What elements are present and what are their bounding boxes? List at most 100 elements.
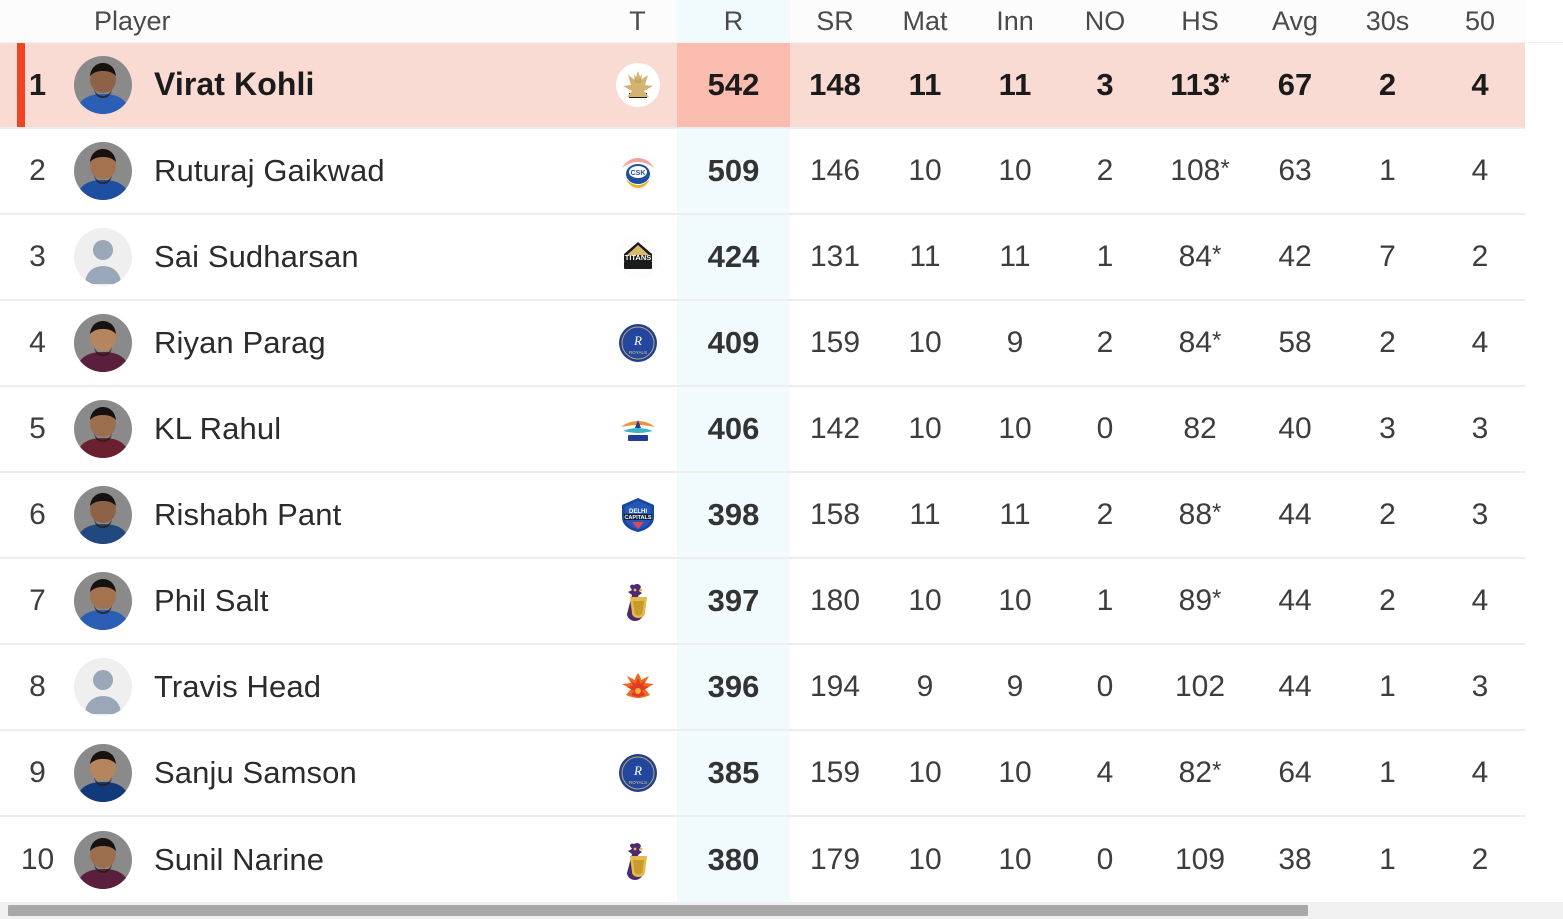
strike-rate-cell: 131 (790, 213, 880, 300)
team-logo-icon (615, 664, 661, 710)
player-name[interactable]: Sanju Samson (154, 755, 357, 791)
svg-text:ROYALS: ROYALS (629, 780, 647, 785)
table-row[interactable]: 4 Riyan Parag R ROYALS 409 159 10 9 2 84* 58 2 4 (0, 299, 1525, 386)
table-row[interactable]: 5 KL Rahul 406 142 10 10 0 82 40 3 3 (0, 385, 1525, 472)
player-cell[interactable]: Sunil Narine (58, 815, 598, 902)
header-matches[interactable]: Mat (880, 0, 970, 42)
player-cell[interactable]: Riyan Parag (58, 299, 598, 386)
matches-cell: 10 (880, 385, 970, 472)
matches-cell: 11 (880, 213, 970, 300)
matches-cell: 9 (880, 643, 970, 730)
thirties-cell: 1 (1340, 643, 1435, 730)
avatar-photo (74, 486, 132, 544)
header-runs[interactable]: R (677, 0, 790, 42)
team-cell[interactable] (598, 557, 677, 644)
player-name[interactable]: Riyan Parag (154, 325, 326, 361)
table-row[interactable]: 10 Sunil Narine 380 179 10 10 0 109 38 1 2 (0, 815, 1525, 902)
strike-rate-cell: 179 (790, 815, 880, 902)
team-cell[interactable] (598, 42, 677, 128)
rank-value: 8 (29, 670, 46, 703)
runs-cell: 397 (677, 557, 790, 644)
header-team[interactable]: T (598, 0, 677, 42)
header-30s[interactable]: 30s (1340, 0, 1435, 42)
matches-cell: 10 (880, 557, 970, 644)
header-player[interactable]: Player (58, 0, 598, 42)
rank-value: 5 (29, 412, 46, 445)
player-avatar (74, 486, 132, 544)
player-cell[interactable]: KL Rahul (58, 385, 598, 472)
table-row[interactable]: 1 Virat Kohli 542 148 11 11 3 113* 67 2 4 (0, 42, 1525, 128)
scrollbar-thumb[interactable] (8, 905, 1308, 916)
table-row[interactable]: 3 Sai Sudharsan TITANS 424 131 11 11 1 84* 42 7 2 (0, 213, 1525, 300)
runs-cell: 396 (677, 643, 790, 730)
player-name[interactable]: Ruturaj Gaikwad (154, 153, 385, 189)
innings-cell: 11 (970, 471, 1060, 558)
player-cell[interactable]: Ruturaj Gaikwad (58, 127, 598, 214)
rank-value: 7 (29, 584, 46, 617)
table-row[interactable]: 2 Ruturaj Gaikwad CSK 509 146 10 10 2 108* 63 1 4 (0, 127, 1525, 214)
highest-score-value: 84 (1178, 240, 1213, 273)
player-name[interactable]: Rishabh Pant (154, 497, 341, 533)
header-innings[interactable]: Inn (970, 0, 1060, 42)
highest-score-value: 82 (1178, 756, 1213, 789)
rank-cell: 3 (0, 213, 58, 300)
player-cell[interactable]: Travis Head (58, 643, 598, 730)
player-name[interactable]: Travis Head (154, 669, 321, 705)
player-cell[interactable]: Sanju Samson (58, 729, 598, 816)
player-name[interactable]: Virat Kohli (154, 66, 315, 103)
not-outs-cell: 0 (1060, 643, 1150, 730)
player-cell[interactable]: Sai Sudharsan (58, 213, 598, 300)
team-cell[interactable]: DELHI CAPITALS (598, 471, 677, 558)
player-cell[interactable]: Virat Kohli (58, 42, 598, 128)
team-cell[interactable] (598, 815, 677, 902)
team-logo-icon (615, 62, 661, 108)
team-logo-icon: DELHI CAPITALS (615, 492, 661, 538)
player-avatar (74, 142, 132, 200)
runs-cell: 424 (677, 213, 790, 300)
not-outs-cell: 3 (1060, 42, 1150, 128)
team-cell[interactable]: R ROYALS (598, 729, 677, 816)
player-avatar (74, 314, 132, 372)
average-cell: 44 (1250, 557, 1340, 644)
header-not-outs[interactable]: NO (1060, 0, 1150, 42)
svg-text:CSK: CSK (630, 170, 645, 177)
player-name[interactable]: Phil Salt (154, 583, 269, 619)
team-logo-icon (615, 406, 661, 452)
avatar-photo (74, 55, 132, 114)
highest-score-cell: 102 (1150, 643, 1250, 730)
player-avatar (74, 658, 132, 716)
player-name[interactable]: Sunil Narine (154, 842, 324, 878)
header-highest-score[interactable]: HS (1150, 0, 1250, 42)
runs-cell: 398 (677, 471, 790, 558)
not-outs-cell: 1 (1060, 557, 1150, 644)
table-row[interactable]: 9 Sanju Samson R ROYALS 385 159 10 10 4 82* 64 1 4 (0, 729, 1525, 816)
highest-score-cell: 88* (1150, 471, 1250, 558)
team-cell[interactable] (598, 643, 677, 730)
player-avatar (74, 830, 132, 889)
player-name[interactable]: KL Rahul (154, 411, 281, 447)
not-out-star: * (1212, 757, 1222, 785)
team-logo-icon: CSK (615, 148, 661, 194)
table-row[interactable]: 8 Travis Head 396 194 9 9 0 102 44 1 3 (0, 643, 1525, 730)
average-cell: 58 (1250, 299, 1340, 386)
not-out-star: * (1220, 155, 1230, 183)
player-name[interactable]: Sai Sudharsan (154, 239, 359, 275)
team-cell[interactable]: CSK (598, 127, 677, 214)
player-cell[interactable]: Phil Salt (58, 557, 598, 644)
header-50s[interactable]: 50 (1435, 0, 1525, 42)
horizontal-scrollbar[interactable] (0, 902, 1563, 919)
team-cell[interactable] (598, 385, 677, 472)
team-cell[interactable]: TITANS (598, 213, 677, 300)
innings-cell: 10 (970, 815, 1060, 902)
table-row[interactable]: 6 Rishabh Pant DELHI CAPITALS 398 158 11 11 2 88*… (0, 471, 1525, 558)
player-cell[interactable]: Rishabh Pant (58, 471, 598, 558)
thirties-cell: 1 (1340, 815, 1435, 902)
team-cell[interactable]: R ROYALS (598, 299, 677, 386)
innings-cell: 10 (970, 557, 1060, 644)
header-average[interactable]: Avg (1250, 0, 1340, 42)
rank-cell: 4 (0, 299, 58, 386)
table-header: Player T R SR Mat Inn NO HS Avg 30s 50 (0, 0, 1525, 42)
player-avatar (74, 228, 132, 286)
header-strike-rate[interactable]: SR (790, 0, 880, 42)
table-row[interactable]: 7 Phil Salt 397 180 10 10 1 89* 44 2 4 (0, 557, 1525, 644)
